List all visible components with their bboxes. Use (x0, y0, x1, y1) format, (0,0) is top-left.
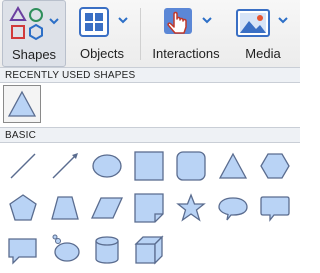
rounded-rectangle-shape[interactable] (171, 146, 211, 186)
star-shape[interactable] (171, 188, 211, 228)
ribbon-toolbar: Shapes Objects Interactions Media (0, 0, 300, 68)
interactions-button[interactable]: Interactions (146, 0, 226, 67)
triangle-shape[interactable] (213, 146, 253, 186)
basic-shapes-panel (0, 144, 300, 273)
cube-shape[interactable] (129, 230, 169, 270)
pentagon-shape[interactable] (3, 188, 43, 228)
shapes-label: Shapes (11, 47, 57, 62)
recent-triangle-shape[interactable] (3, 85, 41, 123)
chevron-down-icon[interactable] (118, 16, 128, 24)
arrow-shape[interactable] (45, 146, 85, 186)
toolbar-divider (140, 8, 141, 60)
objects-button[interactable]: Objects (68, 0, 136, 67)
objects-label: Objects (79, 46, 125, 61)
recent-shapes-header: RECENTLY USED SHAPES (0, 67, 300, 83)
line-shape[interactable] (3, 146, 43, 186)
parallelogram-shape[interactable] (87, 188, 127, 228)
image-icon (235, 5, 273, 41)
thought-bubble-shape[interactable] (45, 230, 85, 270)
oval-callout-shape[interactable] (213, 188, 253, 228)
shapes-button[interactable]: Shapes (2, 0, 66, 67)
recent-shapes-panel (0, 83, 300, 126)
rectangle-shape[interactable] (129, 146, 169, 186)
hexagon-shape[interactable] (255, 146, 295, 186)
objects-grid-icon (77, 5, 113, 41)
chevron-down-icon[interactable] (278, 16, 288, 24)
media-label: Media (245, 46, 281, 61)
square-callout-shape[interactable] (3, 230, 43, 270)
chevron-down-icon[interactable] (202, 16, 212, 24)
chevron-down-icon[interactable] (49, 17, 59, 25)
interactions-label: Interactions (152, 46, 220, 61)
basic-shapes-header: BASIC (0, 127, 300, 143)
pointer-hand-icon (162, 5, 198, 41)
folded-corner-shape[interactable] (129, 188, 169, 228)
oval-shape[interactable] (87, 146, 127, 186)
trapezoid-shape[interactable] (45, 188, 85, 228)
cylinder-shape[interactable] (87, 230, 127, 270)
media-button[interactable]: Media (230, 0, 296, 67)
rectangle-callout-shape[interactable] (255, 188, 295, 228)
shapes-icon (9, 6, 45, 42)
